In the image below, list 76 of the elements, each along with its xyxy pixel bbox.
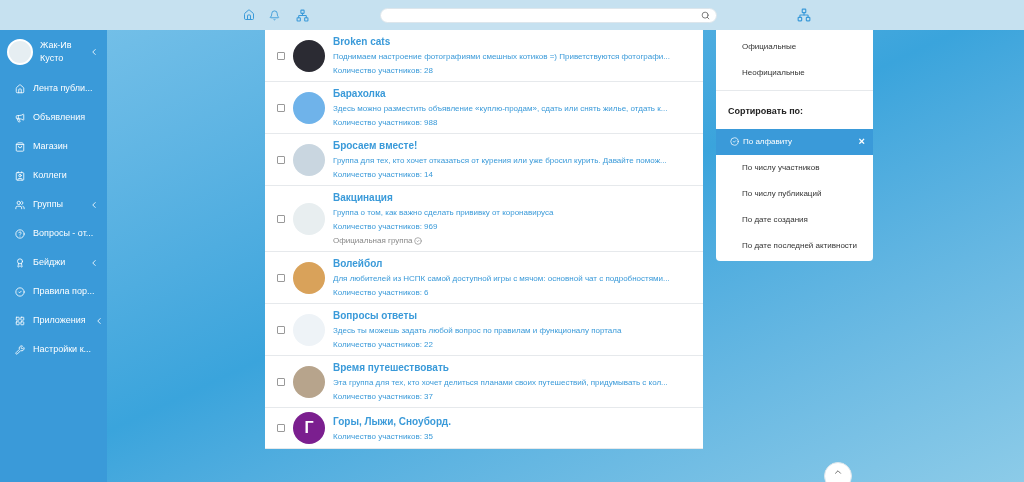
sidebar-item[interactable]: Бейджи: [0, 248, 107, 277]
chevron-icon: [89, 199, 99, 210]
sort-option[interactable]: По числу публикаций: [716, 180, 873, 207]
chevron-up-icon: [833, 467, 843, 477]
wrench-icon: [15, 344, 25, 355]
filter-option[interactable]: Неофициальные: [716, 60, 873, 86]
group-description: Здесь можно разместить объявление «куплю-продам», сдать или снять жилье, отдать к...: [333, 103, 668, 115]
checkbox[interactable]: [277, 273, 285, 282]
group-description: Поднимаем настроение фотографиями смешных котиков =) Приветствуются фотографи...: [333, 51, 670, 63]
help-icon: [15, 228, 25, 239]
sort-option[interactable]: По дате создания: [716, 206, 873, 233]
sidebar-item[interactable]: Вопросы - от...: [0, 219, 107, 248]
group-title[interactable]: Вакцинация: [333, 190, 554, 205]
sidebar-item[interactable]: Лента публи...: [0, 74, 107, 103]
group-title[interactable]: Горы, Лыжи, Сноуборд.: [333, 413, 451, 429]
group-description: Эта группа для тех, кто хочет делиться планами своих путешествий, придумывать с кол...: [333, 377, 668, 389]
group-description: Группа для тех, кто хочет отказаться от курения или уже бросил курить. Давайте помож...: [333, 155, 667, 167]
filter-option[interactable]: Официальные: [716, 34, 873, 60]
sidebar-item[interactable]: Коллеги: [0, 161, 107, 190]
checkbox[interactable]: [277, 377, 285, 386]
verified-icon: [414, 237, 423, 245]
check-circle-icon: [15, 286, 25, 297]
search-field[interactable]: [380, 7, 717, 23]
sort-option[interactable]: По алфавиту ×: [716, 128, 873, 155]
clear-button[interactable]: ×: [858, 133, 865, 150]
sidebar-item[interactable]: Настройки к...: [0, 335, 107, 364]
member-count: Количество участников: 28: [333, 65, 434, 77]
checkbox[interactable]: [277, 51, 285, 60]
member-count: Количество участников: 22: [333, 339, 434, 351]
badge-icon: [15, 257, 25, 268]
member-count: Количество участников: 988: [333, 117, 439, 129]
group-title[interactable]: Вопросы ответы: [333, 308, 622, 323]
user-name[interactable]: Жак-Ив Кусто: [40, 39, 82, 65]
chevron-icon: [89, 257, 99, 268]
member-count: Количество участников: 6: [333, 287, 430, 299]
sidebar-item[interactable]: Объявления: [0, 103, 107, 132]
sidebar-item[interactable]: Группы: [0, 190, 107, 219]
search-icon[interactable]: [701, 10, 710, 20]
grid-icon: [15, 315, 25, 326]
megaphone-icon: [15, 112, 25, 123]
network-icon[interactable]: [797, 8, 811, 22]
checkbox[interactable]: [277, 325, 285, 334]
network-icon[interactable]: [296, 8, 309, 22]
group-description: Для любителей из НСПК самой доступной игры с мячом: основной чат с подробностями...: [333, 273, 670, 285]
checkbox[interactable]: [277, 214, 285, 223]
checkbox[interactable]: [277, 155, 285, 164]
contacts-icon: [15, 170, 25, 181]
member-count: Количество участников: 969: [333, 221, 439, 233]
member-count: Количество участников: 37: [333, 391, 434, 403]
sort-heading: Сортировать по:: [727, 105, 805, 118]
avatar[interactable]: [7, 39, 33, 65]
group-title[interactable]: Барахолка: [333, 86, 668, 101]
sidebar-item[interactable]: Правила пор...: [0, 277, 107, 306]
official-label: Официальная группа: [333, 235, 413, 247]
sidebar-item[interactable]: Магазин: [0, 132, 107, 161]
letter-avatar: Г: [293, 412, 325, 444]
group-title[interactable]: Время путешествовать: [333, 360, 668, 375]
home-icon: [15, 83, 25, 94]
check-circle-icon: [730, 137, 739, 146]
sort-option[interactable]: По числу участников: [716, 154, 873, 181]
member-count: Количество участников: 35: [333, 430, 434, 443]
group-title[interactable]: Волейбол: [333, 256, 670, 271]
group-description: Здесь ты можешь задать любой вопрос по правилам и функционалу портала: [333, 325, 622, 337]
home-icon[interactable]: [243, 9, 255, 21]
sidebar-item[interactable]: Приложения: [0, 306, 107, 335]
notification-icon[interactable]: [269, 9, 280, 21]
checkbox[interactable]: [277, 424, 285, 432]
member-count: Количество участников: 14: [333, 169, 434, 181]
group-title[interactable]: Broken cats: [333, 34, 670, 49]
chevron-icon[interactable]: [89, 47, 99, 57]
group-title[interactable]: Бросаем вместе!: [333, 138, 667, 153]
people-icon: [15, 199, 25, 210]
bag-icon: [15, 141, 25, 152]
group-description: Группа о том, как важно сделать прививку от коронавируса: [333, 207, 554, 219]
sort-option[interactable]: По дате последней активности: [716, 232, 873, 259]
checkbox[interactable]: [277, 103, 285, 112]
